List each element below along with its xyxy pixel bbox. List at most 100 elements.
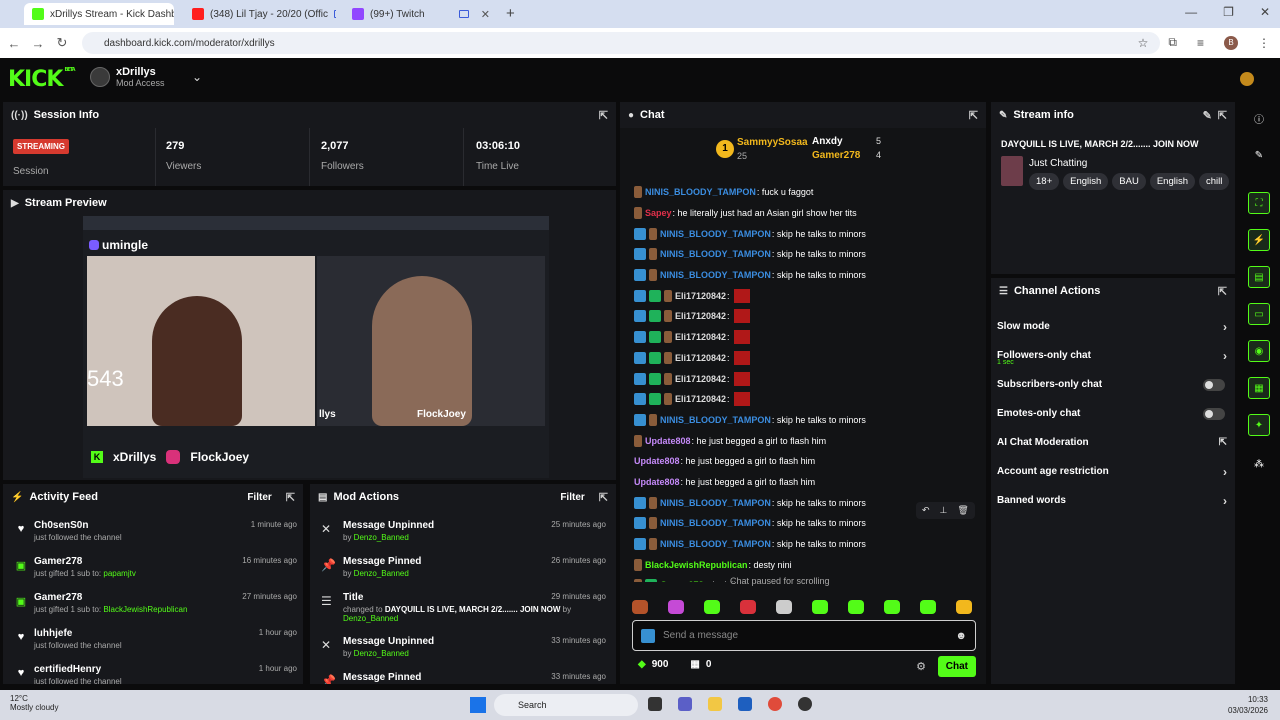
chat-username[interactable]: NINIS_BLOODY_TAMPON	[660, 539, 771, 549]
emote-icon[interactable]	[956, 600, 972, 614]
channel-switcher[interactable]: xDrillys Mod Access	[90, 66, 165, 88]
chat-message[interactable]: Eli17120842:	[620, 306, 986, 327]
activity-link[interactable]: BlackJewishRepublican	[103, 605, 187, 614]
chat-message[interactable]: Update808: he just begged a girl to flas…	[620, 430, 986, 451]
url-field[interactable]: dashboard.kick.com/moderator/xdrillys	[82, 32, 1160, 54]
chat-messages[interactable]: NINIS_BLOODY_TAMPON: fuck u faggot Sapey:…	[620, 182, 986, 582]
mod-action-item[interactable]: ✕ Message Unpinned by Denzo_Banned 25 minut…	[310, 514, 616, 550]
chat-username[interactable]: Sapey	[645, 208, 672, 218]
task-view-icon[interactable]	[648, 697, 662, 711]
bookmark-star-icon[interactable]: ☆	[1138, 36, 1149, 50]
category-name[interactable]: Just Chatting	[1029, 158, 1087, 169]
chat-message[interactable]: Update808: he just begged a girl to flas…	[620, 451, 986, 472]
chevron-down-icon[interactable]: ⌄	[192, 70, 202, 84]
mod-action-item[interactable]: ✕ Message Unpinned by Denzo_Banned 33 minut…	[310, 630, 616, 666]
video-player[interactable]: umingle 543 FlockJoey llys KxDrillys Flock…	[83, 216, 549, 478]
chat-username[interactable]: NINIS_BLOODY_TAMPON	[660, 518, 771, 528]
delete-icon[interactable]: 🗑	[957, 505, 968, 516]
chat-username[interactable]: Eli17120842	[675, 332, 726, 342]
kick-logo[interactable]: KICK BETA	[8, 67, 76, 92]
chat-paused-notice[interactable]: Chat paused for scrolling	[730, 576, 830, 586]
mod-action-moderator[interactable]: Denzo_Banned	[354, 649, 409, 658]
emote-icon[interactable]	[812, 600, 828, 614]
reply-icon[interactable]: ↶	[922, 505, 930, 516]
tab-kick-dashboard[interactable]: xDrillys Stream - Kick Dashb✕	[24, 3, 174, 25]
pencil-icon[interactable]: ✎	[1248, 144, 1270, 166]
taskbar-search[interactable]: Search	[494, 694, 638, 716]
stream-tag[interactable]: English	[1063, 173, 1109, 190]
mod-action-item[interactable]: 📌Message Pinnedby Denzo_Banned33 minutes…	[310, 666, 616, 684]
chat-message[interactable]: Sapey: he literally just had an Asian gi…	[620, 203, 986, 224]
forward-icon[interactable]: →	[26, 36, 50, 51]
activity-item[interactable]: ▣ Gamer278 just gifted 1 sub to: papamjtv 1…	[3, 550, 303, 586]
channel-action-account-age-restriction[interactable]: Account age restriction ›	[991, 457, 1235, 486]
user-avatar[interactable]	[1240, 72, 1254, 86]
filter-button[interactable]: Filter	[560, 492, 584, 503]
channel-action-followers-only-chat[interactable]: Followers-only chat 1 sec ›	[991, 341, 1235, 370]
emote-icon[interactable]	[884, 600, 900, 614]
restore-icon[interactable]: ❐	[1223, 5, 1234, 19]
chat-username[interactable]: BlackJewishRepublican	[645, 560, 748, 570]
popout-icon[interactable]: ⇱	[1218, 285, 1227, 298]
chat-username[interactable]: NINIS_BLOODY_TAMPON	[660, 498, 771, 508]
emote-icon[interactable]	[668, 600, 684, 614]
emote-icon[interactable]	[740, 600, 756, 614]
channel-action-banned-words[interactable]: Banned words ›	[991, 486, 1235, 515]
mod-action-moderator[interactable]: Denzo_Banned	[343, 614, 398, 623]
chat-username[interactable]: NINIS_BLOODY_TAMPON	[645, 187, 756, 197]
chat-message[interactable]: Eli17120842:	[620, 368, 986, 389]
stream-tag[interactable]: 18+	[1029, 173, 1060, 190]
file-explorer-icon[interactable]	[708, 697, 722, 711]
close-window-icon[interactable]: ✕	[1260, 5, 1270, 19]
close-tab-icon[interactable]: ✕	[481, 8, 490, 21]
chat-username[interactable]: NINIS_BLOODY_TAMPON	[660, 249, 771, 259]
emote-icon[interactable]	[776, 600, 792, 614]
chat-username[interactable]: NINIS_BLOODY_TAMPON	[660, 229, 771, 239]
popout-icon[interactable]: ⇱	[969, 109, 978, 122]
filter-button[interactable]: Filter	[247, 492, 271, 503]
emote-icon[interactable]	[704, 600, 720, 614]
chevron-right-icon[interactable]: ›	[1223, 494, 1227, 508]
chat-username[interactable]: Eli17120842	[675, 353, 726, 363]
pin-icon[interactable]: ⊥	[940, 505, 948, 516]
activity-item[interactable]: ♥ luhhjefe just followed the channel 1 hour…	[3, 622, 303, 658]
tools-icon[interactable]: ✦	[1248, 414, 1270, 436]
external-link-icon[interactable]: ⇱	[1219, 437, 1227, 448]
lightning-icon[interactable]: ⚡	[1248, 229, 1270, 251]
channel-action-emotes-only-chat[interactable]: Emotes-only chat	[991, 399, 1235, 428]
emote-icon[interactable]	[848, 600, 864, 614]
popout-icon[interactable]: ⇱	[1218, 109, 1227, 122]
channel-action-slow-mode[interactable]: Slow mode ›	[991, 312, 1235, 341]
chat-settings-icon[interactable]: ⚙	[916, 660, 926, 673]
chat-input[interactable]: Send a message ☻	[632, 620, 976, 651]
chat-username[interactable]: NINIS_BLOODY_TAMPON	[660, 270, 771, 280]
toggle-switch[interactable]	[1203, 378, 1225, 391]
tab-twitch[interactable]: (99+) Twitch ✕	[344, 3, 498, 25]
chat-message[interactable]: NINIS_BLOODY_TAMPON: fuck u faggot	[620, 182, 986, 203]
chat-username[interactable]: Eli17120842	[675, 311, 726, 321]
mod-action-item[interactable]: 📌 Message Pinned by Denzo_Banned 26 minutes…	[310, 550, 616, 586]
popout-icon[interactable]: ⇱	[599, 109, 608, 122]
chat-message[interactable]: Update808: he just begged a girl to flas…	[620, 472, 986, 493]
chat-message[interactable]: Eli17120842:	[620, 389, 986, 410]
stream-tag[interactable]: BAU	[1112, 173, 1146, 190]
chrome-icon[interactable]	[768, 697, 782, 711]
toggle-switch[interactable]	[1203, 407, 1225, 420]
chat-message[interactable]: Eli17120842:	[620, 327, 986, 348]
mod-action-moderator[interactable]: Denzo_Banned	[354, 533, 409, 542]
profile-avatar[interactable]: B	[1224, 35, 1238, 50]
chevron-right-icon[interactable]: ›	[1223, 320, 1227, 334]
chat-username[interactable]: Eli17120842	[675, 374, 726, 384]
document-icon[interactable]: ▤	[1248, 266, 1270, 288]
emote-icon[interactable]	[632, 600, 648, 614]
chat-message[interactable]: NINIS_BLOODY_TAMPON: skip he talks to mi…	[620, 534, 986, 555]
chevron-right-icon[interactable]: ›	[1223, 465, 1227, 479]
chevron-right-icon[interactable]: ›	[1223, 349, 1227, 363]
info-icon[interactable]: ⓘ	[1248, 107, 1270, 129]
chat-message[interactable]: NINIS_BLOODY_TAMPON: skip he talks to mi…	[620, 223, 986, 244]
menu-icon[interactable]: ⋮	[1258, 36, 1270, 50]
chat-username[interactable]: Update808	[645, 436, 691, 446]
chat-username[interactable]: Gamer278	[660, 580, 704, 582]
extensions-icon[interactable]: ⧉	[1168, 35, 1177, 50]
chat-message[interactable]: NINIS_BLOODY_TAMPON: skip he talks to mi…	[620, 410, 986, 431]
